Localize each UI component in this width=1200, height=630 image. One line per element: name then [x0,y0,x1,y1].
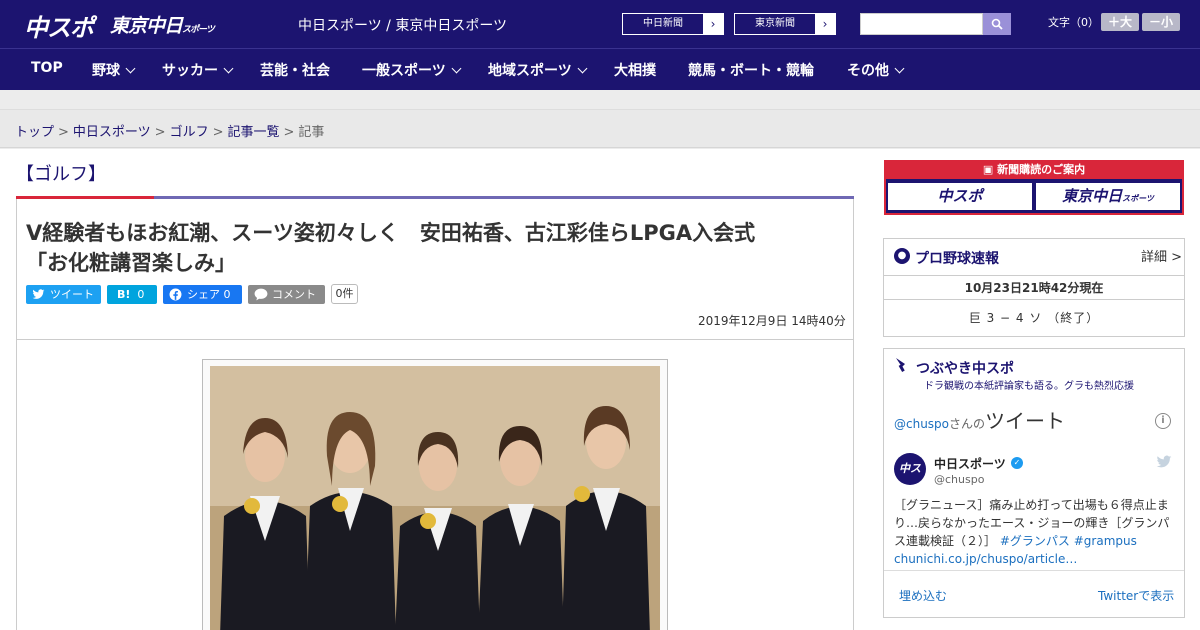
baseball-divider [884,299,1184,300]
breadcrumb-chunichi[interactable]: 中日スポーツ [73,125,151,140]
chunichi-shimbun-label: 中日新聞 [643,18,683,29]
tweet-text: ［グラニュース］痛み止め打って出場も６得点止まり…戻らなかったエース・ジョーの輝… [894,496,1174,568]
tweets-header: @chuspoさんのツイート [894,405,1065,434]
hatena-icon: B! [117,288,131,301]
breadcrumb-sep: > [58,125,69,140]
baseball-icon: ● [894,248,910,264]
breadcrumb-golf[interactable]: ゴルフ [170,125,209,140]
comment-button[interactable]: コメント [248,285,325,304]
verified-badge-icon: ✓ [1011,457,1023,469]
chevron-down-icon [451,63,462,74]
tweet-label: ツイート [50,288,94,301]
tokyo-shimbun-button[interactable]: 東京新聞 › [734,13,836,35]
baseball-title: プロ野球速報 [915,251,999,267]
tokyo-logo-small: スポーツ [182,25,215,35]
embed-link[interactable]: 埋め込む [899,587,947,604]
baseball-time: 10月23日21時42分現在 [964,281,1104,295]
subscription-tokyo-logo[interactable]: 東京中日スポーツ [1036,183,1180,210]
facebook-share-button[interactable]: シェア 0 [163,285,242,304]
tweet-author-handle[interactable]: @chuspo [934,473,984,486]
comment-count: 0件 [331,284,358,304]
nav-soccer[interactable]: サッカー [162,60,234,80]
chunichi-shimbun-button[interactable]: 中日新聞 › [622,13,724,35]
baseball-score[interactable]: 巨 3 − 4 ソ （終了） [884,309,1184,326]
megaphone-icon [893,356,909,372]
article-title: V経験者もほお紅潮、スーツ姿初々しく 安田祐香、古江彩佳らLPGA入会式 「お化… [26,218,826,278]
nav-general-sports[interactable]: 一般スポーツ [362,60,462,80]
twitter-bird-icon [32,289,45,299]
hatena-count: 0 [137,288,145,301]
tokyo-shimbun-label: 東京新聞 [755,18,795,29]
article-title-line2: 「お化粧講習楽しみ」 [26,251,236,275]
nav-entertainment[interactable]: 芸能・社会 [260,60,330,80]
chevron-right-icon: › [815,14,835,34]
tweet-divider [884,570,1184,571]
facebook-share-label: シェア 0 [187,288,231,301]
nav-racing[interactable]: 競馬・ボート・競輪 [688,60,814,80]
chevron-down-icon [223,63,234,74]
info-icon[interactable]: i [1155,413,1171,429]
chuspo-logo[interactable]: 中スポ [24,8,94,43]
nav-baseball[interactable]: 野球 [92,60,136,80]
nav-top[interactable]: TOP [31,60,63,76]
view-on-twitter-link[interactable]: Twitterで表示 [1098,587,1174,604]
newspaper-icon: ▣ [982,163,994,176]
breadcrumb: トップ > 中日スポーツ > ゴルフ > 記事一覧 > 記事 [15,121,324,140]
search-button[interactable] [983,13,1011,35]
tweet-author-name[interactable]: 中日スポーツ [934,455,1006,472]
tweets-title: つぶやき中スポ [916,361,1014,377]
subscription-chuspo-logo[interactable]: 中スポ [888,183,1032,210]
breadcrumb-list[interactable]: 記事一覧 [228,125,280,140]
hashtag-grampus-jp[interactable]: #グランパス [1000,534,1070,548]
tweets-san: さんの [949,417,986,431]
font-size-label: 文字（0） [1048,16,1099,29]
category-heading: 【ゴルフ】 [16,164,106,185]
search-icon [991,18,1003,30]
article-divider [16,339,854,340]
breadcrumb-sep: > [283,125,295,140]
font-smaller-button[interactable]: －小 [1142,13,1180,31]
baseball-divider [884,275,1184,276]
nav-sumo[interactable]: 大相撲 [614,60,656,80]
nav-other[interactable]: その他 [847,60,905,80]
sub-tokyo-small: スポーツ [1122,194,1154,203]
tokyo-chunichi-logo[interactable]: 東京中日スポーツ [110,11,215,38]
tokyo-logo-text: 東京中日 [110,15,183,37]
twitter-bird-icon[interactable] [1156,455,1172,473]
ad-band [0,90,1200,110]
hatena-button[interactable]: B! 0 [107,285,157,304]
golfers-photo-illustration [210,366,660,630]
site-links[interactable]: 中日スポーツ / 東京中日スポーツ [298,15,507,35]
hashtag-grampus[interactable]: #grampus [1074,534,1137,548]
chevron-right-icon: › [703,14,723,34]
nav-local-sports[interactable]: 地域スポーツ [488,60,588,80]
tweets-handle[interactable]: @chuspo [894,417,949,431]
avatar[interactable]: 中スポ [894,453,926,507]
breadcrumb-current: 記事 [298,125,325,140]
breadcrumb-bar: トップ > 中日スポーツ > ゴルフ > 記事一覧 > 記事 [0,110,1200,148]
breadcrumb-sep: > [212,125,224,140]
font-bigger-button[interactable]: ＋大 [1101,13,1139,31]
tweets-subtitle: ドラ観戦の本紙評論家も語る。グラも熱烈応援 [924,381,1134,392]
chevron-down-icon [577,63,588,74]
sub-tokyo-text: 東京中日 [1062,187,1123,205]
tweet-button[interactable]: ツイート [26,285,101,304]
facebook-icon [169,288,182,301]
search-input[interactable] [860,13,983,35]
article-photo[interactable] [210,366,660,630]
article-title-line1: V経験者もほお紅潮、スーツ姿初々しく 安田祐香、古江彩佳らLPGA入会式 [26,221,756,245]
tweet-link[interactable]: chunichi.co.jp/chuspo/article… [894,552,1077,566]
speech-bubble-icon [254,288,268,301]
breadcrumb-top[interactable]: トップ [15,125,54,140]
chevron-down-icon [125,63,136,74]
breadcrumb-sep: > [154,125,166,140]
publish-date: 2019年12月9日 14時40分 [698,314,846,328]
tweets-heading: ツイート [985,409,1066,433]
comment-label: コメント [272,288,316,301]
chevron-down-icon [894,63,905,74]
baseball-detail-link[interactable]: 詳細 > [1141,246,1182,265]
subscription-header: ▣ 新聞購読のご案内 [884,160,1184,179]
